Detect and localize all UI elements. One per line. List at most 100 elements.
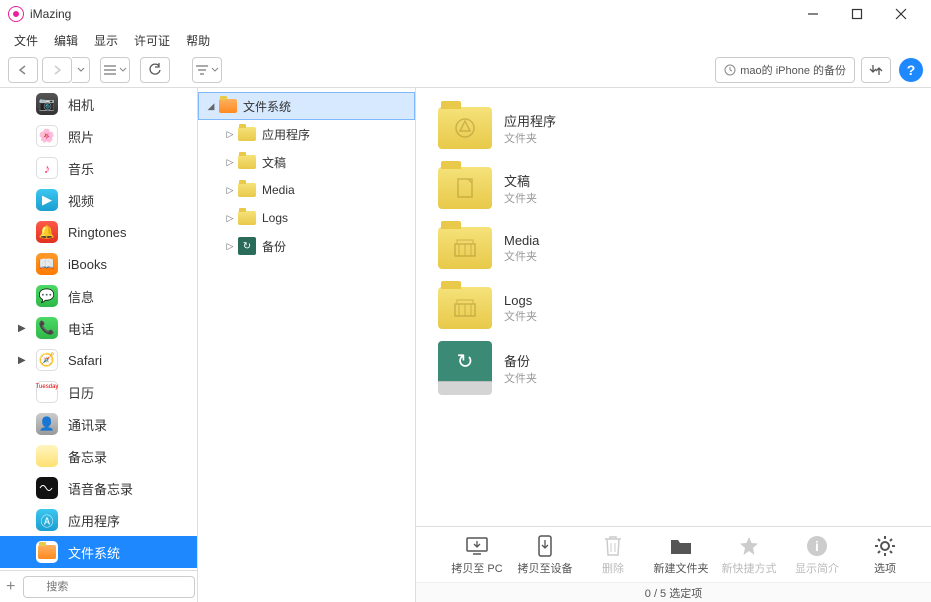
list-view-button[interactable] xyxy=(100,57,130,83)
grid-item-backup[interactable]: ↻ 备份文件夹 xyxy=(436,344,661,392)
photos-icon: 🌸 xyxy=(36,125,58,147)
folder-icon xyxy=(238,125,256,143)
delete-button[interactable]: 删除 xyxy=(579,534,647,576)
device-icon xyxy=(533,534,557,558)
filter-button[interactable] xyxy=(192,57,222,83)
grid-item-media[interactable]: Media文件夹 xyxy=(436,224,661,272)
contacts-icon: 👤 xyxy=(36,413,58,435)
notes-icon xyxy=(36,445,58,467)
tree-root-filesystem[interactable]: ◢ 文件系统 xyxy=(198,92,415,120)
calendar-icon: Tuesday29 xyxy=(36,381,58,403)
backup-drive-icon: ↻ xyxy=(436,344,494,392)
folder-icon xyxy=(238,209,256,227)
sidebar-item-calendar[interactable]: Tuesday29日历 xyxy=(0,376,197,408)
sidebar-list[interactable]: 📷相机 🌸照片 ♪音乐 ▶视频 🔔Ringtones 📖iBooks 💬信息 ▶… xyxy=(0,88,197,570)
chevron-right-icon[interactable]: ▷ xyxy=(222,157,238,168)
sidebar-item-ringtones[interactable]: 🔔Ringtones xyxy=(0,216,197,248)
tree-item-apps[interactable]: ▷应用程序 xyxy=(198,120,415,148)
monitor-icon xyxy=(465,534,489,558)
search-input[interactable] xyxy=(23,576,195,598)
copy-to-pc-button[interactable]: 拷贝至 PC xyxy=(443,534,511,576)
chevron-down-icon[interactable]: ◢ xyxy=(203,101,219,112)
phone-icon: 📞 xyxy=(36,317,58,339)
info-icon: i xyxy=(805,534,829,558)
transfer-button[interactable] xyxy=(861,57,891,83)
chevron-right-icon[interactable]: ▷ xyxy=(222,241,238,252)
new-folder-button[interactable]: 新建文件夹 xyxy=(647,534,715,576)
sidebar-item-music[interactable]: ♪音乐 xyxy=(0,152,197,184)
back-button[interactable] xyxy=(8,57,38,83)
sidebar-item-camera[interactable]: 📷相机 xyxy=(0,88,197,120)
sidebar-item-filesystem[interactable]: 文件系统 xyxy=(0,536,197,568)
folder-apps-icon xyxy=(436,104,494,152)
refresh-button[interactable] xyxy=(140,57,170,83)
music-icon: ♪ xyxy=(36,157,58,179)
copy-to-device-button[interactable]: 拷贝至设备 xyxy=(511,534,579,576)
appstore-icon: Ⓐ xyxy=(36,509,58,531)
titlebar: iMazing xyxy=(0,0,931,28)
backup-button[interactable]: mao的 iPhone 的备份 xyxy=(715,57,855,83)
folder-icon xyxy=(238,153,256,171)
grid-item-logs[interactable]: Logs文件夹 xyxy=(436,284,661,332)
shortcut-button[interactable]: 新快捷方式 xyxy=(715,534,783,576)
bottom-toolbar: 拷贝至 PC 拷贝至设备 删除 新建文件夹 新快捷方式 i显示简介 选项 xyxy=(416,526,931,582)
forward-button[interactable] xyxy=(42,57,72,83)
status-text: 0 / 5 选定项 xyxy=(645,585,702,601)
add-button[interactable]: + xyxy=(6,577,15,597)
chevron-right-icon[interactable]: ▷ xyxy=(222,185,238,196)
waveform-icon xyxy=(36,477,58,499)
bell-icon: 🔔 xyxy=(36,221,58,243)
book-icon: 📖 xyxy=(36,253,58,275)
message-icon: 💬 xyxy=(36,285,58,307)
chevron-right-icon[interactable]: ▶ xyxy=(18,323,26,334)
video-icon: ▶ xyxy=(36,189,58,211)
content-panel: 应用程序文件夹 文稿文件夹 Media文件夹 Logs文件夹 ↻ 备份文件夹 拷… xyxy=(416,88,931,602)
grid-item-docs[interactable]: 文稿文件夹 xyxy=(436,164,661,212)
tree-item-media[interactable]: ▷Media xyxy=(198,176,415,204)
history-dropdown[interactable] xyxy=(72,57,90,83)
content-grid[interactable]: 应用程序文件夹 文稿文件夹 Media文件夹 Logs文件夹 ↻ 备份文件夹 xyxy=(416,88,931,526)
chevron-right-icon[interactable]: ▷ xyxy=(222,213,238,224)
sidebar-item-video[interactable]: ▶视频 xyxy=(0,184,197,216)
menu-help[interactable]: 帮助 xyxy=(178,32,218,49)
chevron-right-icon[interactable]: ▶ xyxy=(18,355,26,366)
sidebar-item-ibooks[interactable]: 📖iBooks xyxy=(0,248,197,280)
tree-item-logs[interactable]: ▷Logs xyxy=(198,204,415,232)
folder-docs-icon xyxy=(436,164,494,212)
info-button[interactable]: i显示简介 xyxy=(783,534,851,576)
chevron-right-icon[interactable]: ▷ xyxy=(222,129,238,140)
gear-icon xyxy=(873,534,897,558)
tree-item-docs[interactable]: ▷文稿 xyxy=(198,148,415,176)
sidebar-footer: + xyxy=(0,570,197,602)
menu-edit[interactable]: 编辑 xyxy=(46,32,86,49)
sidebar-item-messages[interactable]: 💬信息 xyxy=(0,280,197,312)
folder-media-icon xyxy=(436,224,494,272)
sidebar-item-phone[interactable]: ▶📞电话 xyxy=(0,312,197,344)
backup-icon xyxy=(238,237,256,255)
tree-panel: ◢ 文件系统 ▷应用程序 ▷文稿 ▷Media ▷Logs ▷备份 xyxy=(198,88,416,602)
maximize-button[interactable] xyxy=(835,0,879,28)
sidebar-item-photos[interactable]: 🌸照片 xyxy=(0,120,197,152)
menu-view[interactable]: 显示 xyxy=(86,32,126,49)
grid-item-apps[interactable]: 应用程序文件夹 xyxy=(436,104,661,152)
menu-license[interactable]: 许可证 xyxy=(126,32,178,49)
folder-icon xyxy=(238,181,256,199)
svg-text:i: i xyxy=(815,538,819,554)
app-logo-icon xyxy=(8,6,24,22)
sidebar-item-voicememos[interactable]: 语音备忘录 xyxy=(0,472,197,504)
close-button[interactable] xyxy=(879,0,923,28)
sidebar-item-apps[interactable]: Ⓐ应用程序 xyxy=(0,504,197,536)
help-button[interactable]: ? xyxy=(899,58,923,82)
menu-file[interactable]: 文件 xyxy=(6,32,46,49)
options-button[interactable]: 选项 xyxy=(851,534,919,576)
clock-icon xyxy=(724,64,736,76)
sidebar-item-safari[interactable]: ▶🧭Safari xyxy=(0,344,197,376)
minimize-button[interactable] xyxy=(791,0,835,28)
status-bar: 0 / 5 选定项 xyxy=(416,582,931,602)
trash-icon xyxy=(601,534,625,558)
star-icon xyxy=(737,534,761,558)
camera-icon: 📷 xyxy=(36,93,58,115)
sidebar-item-notes[interactable]: 备忘录 xyxy=(0,440,197,472)
tree-item-backup[interactable]: ▷备份 xyxy=(198,232,415,260)
sidebar-item-contacts[interactable]: 👤通讯录 xyxy=(0,408,197,440)
